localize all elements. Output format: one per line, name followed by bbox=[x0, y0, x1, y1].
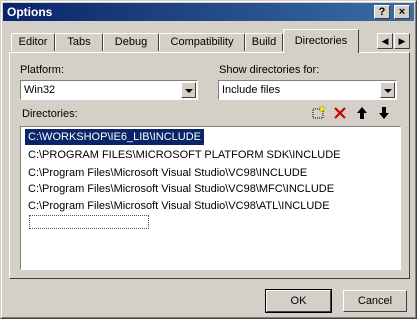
tab-editor[interactable]: Editor bbox=[11, 33, 55, 51]
list-item[interactable]: C:\PROGRAM FILES\MICROSOFT PLATFORM SDK\… bbox=[25, 147, 344, 163]
show-directories-label: Show directories for: bbox=[219, 64, 320, 76]
tab-scroll-left-icon[interactable]: ◀ bbox=[377, 33, 393, 49]
delete-icon[interactable] bbox=[332, 106, 348, 122]
new-entry-slot[interactable] bbox=[29, 215, 149, 229]
title-bar[interactable]: Options ? × bbox=[3, 3, 414, 21]
list-item[interactable]: C:\Program Files\Microsoft Visual Studio… bbox=[25, 165, 310, 181]
list-item[interactable]: C:\Program Files\Microsoft Visual Studio… bbox=[25, 181, 337, 197]
tab-debug[interactable]: Debug bbox=[103, 33, 159, 51]
directories-list[interactable]: C:\WORKSHOP\IE6_LIB\INCLUDE C:\PROGRAM F… bbox=[20, 126, 401, 270]
tab-build[interactable]: Build bbox=[245, 33, 283, 51]
platform-label: Platform: bbox=[20, 64, 65, 76]
tab-scroll-right-icon[interactable]: ▶ bbox=[394, 33, 410, 49]
tab-compatibility[interactable]: Compatibility bbox=[159, 33, 245, 51]
chevron-down-icon[interactable] bbox=[380, 82, 395, 98]
new-directory-icon[interactable] bbox=[310, 106, 326, 122]
tab-directories[interactable]: Directories bbox=[283, 29, 359, 53]
platform-select[interactable]: Win32 bbox=[20, 80, 198, 100]
options-dialog: Options ? × Editor Tabs Debug Compatibil… bbox=[0, 0, 417, 319]
close-button[interactable]: × bbox=[394, 5, 410, 19]
dialog-title: Options bbox=[7, 5, 53, 19]
show-directories-select[interactable]: Include files bbox=[218, 80, 397, 100]
chevron-down-icon[interactable] bbox=[181, 82, 196, 98]
cancel-button[interactable]: Cancel bbox=[343, 290, 407, 312]
list-item[interactable]: C:\WORKSHOP\IE6_LIB\INCLUDE bbox=[25, 129, 204, 145]
list-item[interactable]: C:\Program Files\Microsoft Visual Studio… bbox=[25, 198, 333, 214]
ok-button[interactable]: OK bbox=[265, 289, 332, 313]
move-down-icon[interactable] bbox=[376, 106, 392, 122]
show-directories-value: Include files bbox=[222, 84, 281, 96]
move-up-icon[interactable] bbox=[354, 106, 370, 122]
help-button[interactable]: ? bbox=[374, 5, 390, 19]
directories-label: Directories: bbox=[22, 108, 78, 120]
platform-value: Win32 bbox=[24, 84, 56, 96]
tab-tabs[interactable]: Tabs bbox=[55, 33, 103, 51]
